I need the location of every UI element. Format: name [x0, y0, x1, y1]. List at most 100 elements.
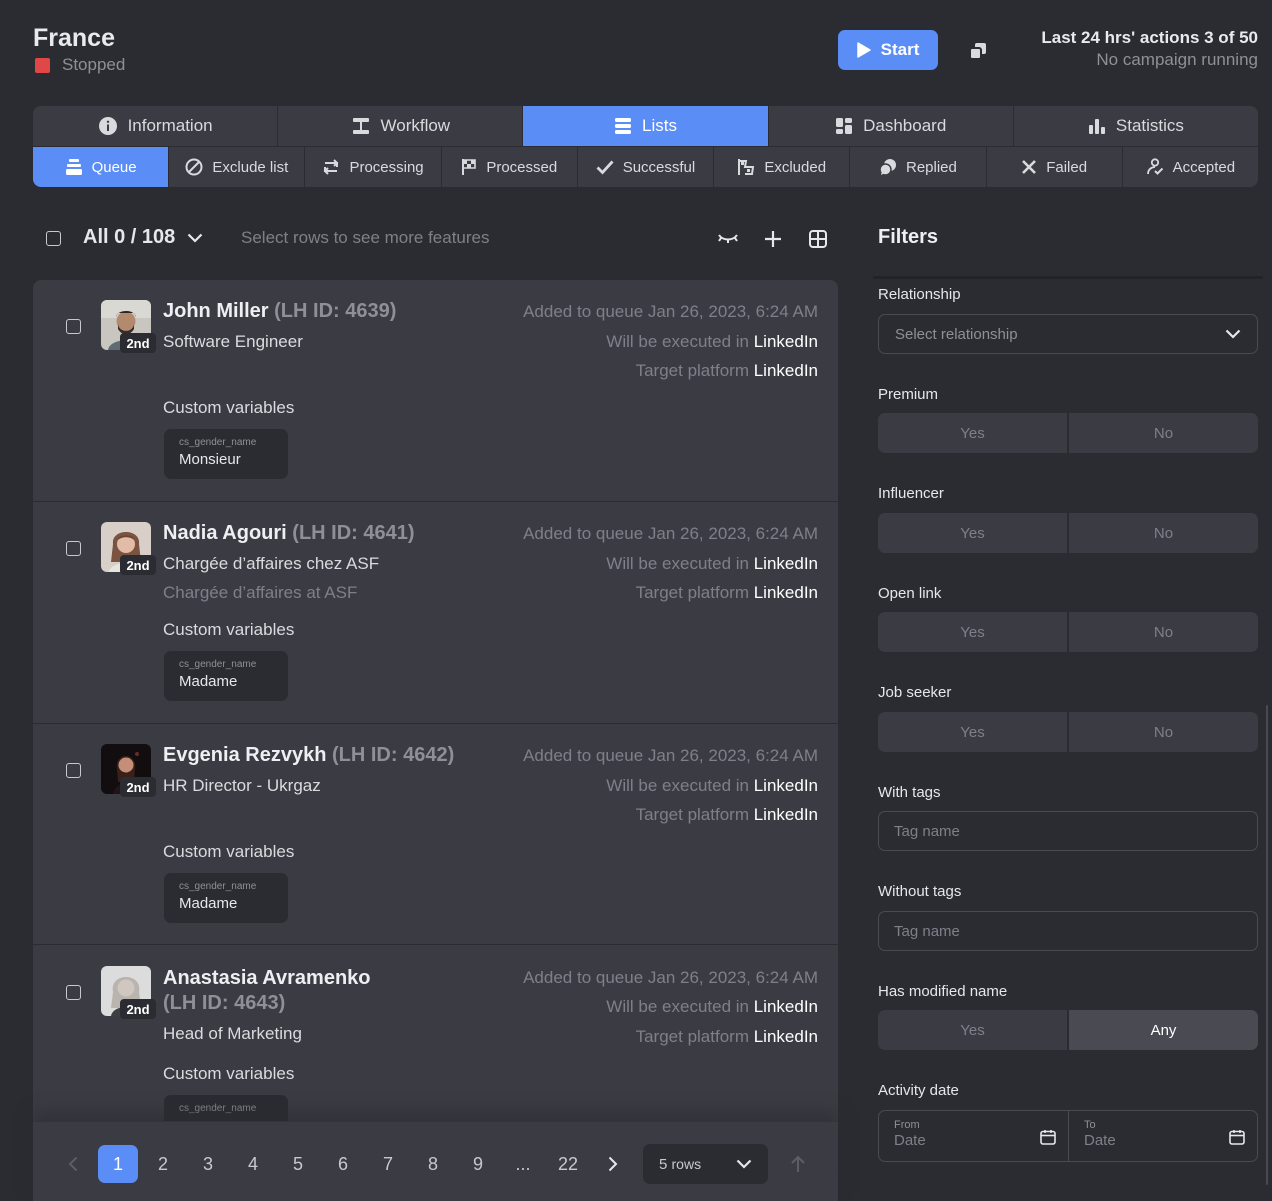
tab-workflow[interactable]: Workflow — [278, 106, 524, 146]
queue-list: 2nd John Miller (LH ID: 4639) Software E… — [33, 280, 838, 1201]
with-tags-input[interactable] — [878, 811, 1258, 851]
filters-divider — [873, 276, 1263, 279]
job-seeker-yes-button[interactable]: Yes — [878, 712, 1067, 752]
contact-lh-id: (LH ID: 4639) — [274, 300, 397, 322]
page-button-4[interactable]: 4 — [233, 1145, 273, 1183]
subtab-accepted[interactable]: Accepted — [1123, 147, 1258, 187]
job-seeker-no-button[interactable]: No — [1069, 712, 1258, 752]
subtab-replied[interactable]: Replied — [850, 147, 987, 187]
list-item[interactable]: 2nd Evgenia Rezvykh (LH ID: 4642) HR Dir… — [33, 724, 838, 945]
influencer-no-button[interactable]: No — [1069, 513, 1258, 553]
custom-variable-value: Madame — [179, 673, 238, 690]
contact-fullname: John Miller — [163, 300, 269, 322]
row-checkbox[interactable] — [66, 985, 81, 1000]
target-platform-label: Target platform — [635, 805, 749, 824]
date-from-field[interactable]: From Date — [878, 1110, 1069, 1162]
page-button-5[interactable]: 5 — [278, 1145, 318, 1183]
subtab-excluded[interactable]: Excluded — [714, 147, 851, 187]
tab-dashboard[interactable]: Dashboard — [769, 106, 1014, 146]
custom-variable-value: Madame — [179, 895, 238, 912]
selection-dropdown[interactable]: All 0 / 108 — [83, 226, 203, 249]
page-button-9[interactable]: 9 — [458, 1145, 498, 1183]
subtab-failed[interactable]: Failed — [987, 147, 1123, 187]
page-button-6[interactable]: 6 — [323, 1145, 363, 1183]
target-platform-label: Target platform — [635, 1027, 749, 1046]
filters-scrollbar[interactable] — [1266, 705, 1268, 1185]
hide-button[interactable] — [715, 226, 741, 252]
premium-no-button[interactable]: No — [1069, 413, 1258, 453]
premium-yes-button[interactable]: Yes — [878, 413, 1067, 453]
select-all-checkbox[interactable] — [46, 231, 61, 246]
subtab-queue[interactable]: Queue — [33, 147, 170, 187]
executed-in-label: Will be executed in — [606, 332, 749, 351]
check-icon — [596, 160, 614, 175]
modified-name-toggle: Yes Any — [878, 1010, 1258, 1050]
main-tabs: Information Workflow Lists Dashboard Sta… — [33, 106, 1258, 146]
row-checkbox[interactable] — [66, 763, 81, 778]
layout-button[interactable] — [805, 226, 831, 252]
contact-headline-translated: Chargée d’affaires at ASF — [163, 583, 358, 602]
scroll-to-top-button[interactable] — [778, 1145, 818, 1183]
modified-name-any-button[interactable]: Any — [1069, 1010, 1258, 1050]
page-button-2[interactable]: 2 — [143, 1145, 183, 1183]
premium-toggle: Yes No — [878, 413, 1258, 453]
tab-lists-label: Lists — [642, 116, 677, 135]
grid-icon — [809, 230, 827, 248]
page-ellipsis[interactable]: ... — [503, 1145, 543, 1183]
chevron-down-icon — [188, 233, 203, 243]
chevron-right-icon — [608, 1156, 618, 1172]
tab-statistics[interactable]: Statistics — [1014, 106, 1258, 146]
list-item[interactable]: 2nd John Miller (LH ID: 4639) Software E… — [33, 280, 838, 502]
target-platform: Target platform LinkedIn — [636, 361, 818, 381]
prev-page-button[interactable] — [53, 1145, 93, 1183]
rows-per-page-select[interactable]: 5 rows — [643, 1144, 768, 1184]
page-button-1[interactable]: 1 — [98, 1145, 138, 1183]
open-link-yes-button[interactable]: Yes — [878, 612, 1067, 652]
page-button-22[interactable]: 22 — [548, 1145, 588, 1183]
info-icon — [98, 117, 117, 135]
subtab-processed[interactable]: Processed — [442, 147, 578, 187]
list-item[interactable]: 2nd Nadia Agouri (LH ID: 4641) Chargée d… — [33, 502, 838, 724]
contact-headline: HR Director - Ukrgaz — [163, 776, 321, 795]
ban-icon — [185, 158, 203, 176]
filters-title: Filters — [878, 226, 939, 248]
executed-in-value: LinkedIn — [753, 332, 818, 351]
relationship-select[interactable]: Select relationship — [878, 314, 1258, 354]
custom-variables-label: Custom variables — [163, 1064, 295, 1083]
bar-chart-icon — [1088, 119, 1105, 134]
duplicate-button[interactable] — [964, 37, 992, 65]
row-checkbox[interactable] — [66, 319, 81, 334]
subtab-processing[interactable]: Processing — [305, 147, 442, 187]
page-button-7[interactable]: 7 — [368, 1145, 408, 1183]
date-to-label: To — [1084, 1119, 1096, 1131]
page-title: France — [33, 24, 115, 52]
row-checkbox[interactable] — [66, 541, 81, 556]
subtab-successful[interactable]: Successful — [578, 147, 715, 187]
without-tags-input[interactable] — [878, 911, 1258, 951]
tab-information[interactable]: Information — [33, 106, 279, 146]
date-to-field[interactable]: To Date — [1068, 1110, 1258, 1162]
contact-name[interactable]: John Miller (LH ID: 4639) — [163, 300, 396, 323]
tab-dashboard-label: Dashboard — [863, 116, 947, 135]
open-link-no-button[interactable]: No — [1069, 612, 1258, 652]
connection-degree-badge: 2nd — [120, 555, 156, 575]
contact-name[interactable]: Evgenia Rezvykh (LH ID: 4642) — [163, 744, 454, 767]
page-button-3[interactable]: 3 — [188, 1145, 228, 1183]
contact-name[interactable]: Anastasia Avramenko (LH ID: 4643) — [163, 966, 371, 1016]
campaign-running-status: No campaign running — [1096, 50, 1258, 69]
contact-lh-id: (LH ID: 4641) — [292, 522, 415, 544]
tab-workflow-label: Workflow — [380, 116, 451, 135]
page-button-8[interactable]: 8 — [413, 1145, 453, 1183]
subtab-exclude-list[interactable]: Exclude list — [169, 147, 306, 187]
arrow-up-icon — [791, 1155, 805, 1172]
next-page-button[interactable] — [593, 1145, 633, 1183]
date-to-placeholder: Date — [1084, 1132, 1116, 1149]
start-button[interactable]: Start — [838, 30, 938, 70]
add-button[interactable] — [760, 226, 786, 252]
influencer-yes-button[interactable]: Yes — [878, 513, 1067, 553]
modified-name-yes-button[interactable]: Yes — [878, 1010, 1067, 1050]
subtab-excluded-label: Excluded — [764, 158, 827, 176]
contact-name[interactable]: Nadia Agouri (LH ID: 4641) — [163, 522, 415, 545]
tab-lists[interactable]: Lists — [523, 106, 769, 146]
custom-variable-value: Monsieur — [179, 451, 241, 468]
